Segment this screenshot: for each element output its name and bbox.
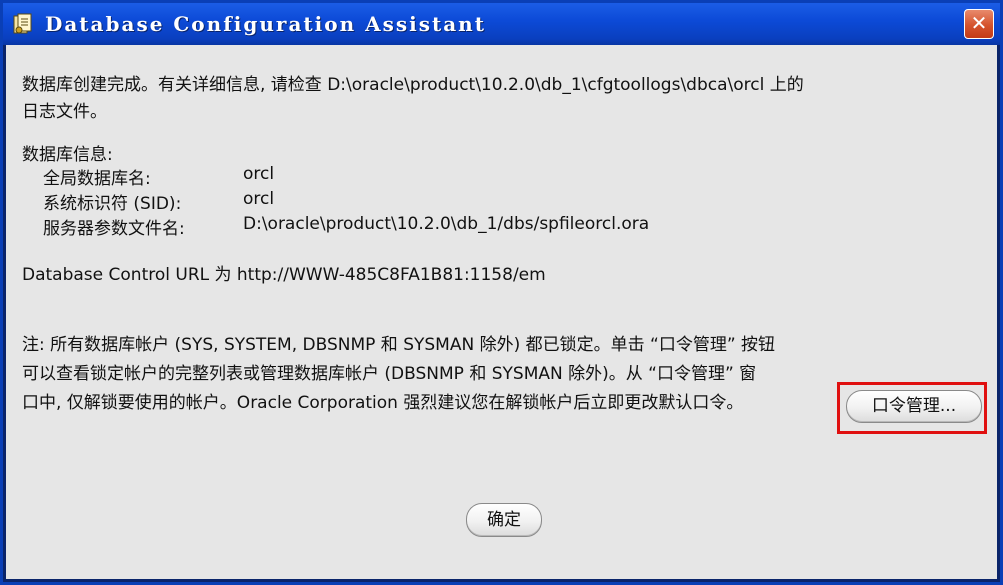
password-management-button[interactable]: 口令管理... bbox=[846, 390, 982, 423]
completion-message-line-2: 日志文件。 bbox=[22, 102, 107, 122]
db-info-heading: 数据库信息: bbox=[22, 145, 113, 165]
window-title: Database Configuration Assistant bbox=[45, 12, 486, 36]
lock-note-line-1: 注: 所有数据库帐户 (SYS, SYSTEM, DBSNMP 和 SYSMAN… bbox=[22, 335, 776, 355]
close-button[interactable]: ✕ bbox=[964, 9, 994, 39]
close-icon: ✕ bbox=[970, 11, 988, 35]
title-bar[interactable]: Database Configuration Assistant ✕ bbox=[3, 3, 1000, 45]
completion-message-line-1: 数据库创建完成。有关详细信息, 请检查 D:\oracle\product\10… bbox=[22, 75, 804, 95]
ok-button[interactable]: 确定 bbox=[466, 503, 542, 537]
database-control-url: Database Control URL 为 http://WWW-485C8F… bbox=[22, 265, 546, 285]
dialog-body: 数据库创建完成。有关详细信息, 请检查 D:\oracle\product\10… bbox=[6, 45, 997, 579]
db-info-value-spfile: D:\oracle\product\10.2.0\db_1/dbs/spfile… bbox=[243, 214, 650, 234]
dbca-window: Database Configuration Assistant ✕ 数据库创建… bbox=[0, 0, 1003, 585]
db-info-value-global-name: orcl bbox=[243, 164, 275, 184]
lock-note-line-3: 口中, 仅解锁要使用的帐户。Oracle Corporation 强烈建议您在解… bbox=[22, 393, 744, 413]
db-info-value-sid: orcl bbox=[243, 189, 275, 209]
lock-note-line-2: 可以查看锁定帐户的完整列表或管理数据库帐户 (DBSNMP 和 SYSMAN 除… bbox=[22, 364, 757, 384]
app-icon bbox=[13, 13, 32, 34]
db-info-label-spfile: 服务器参数文件名: bbox=[43, 219, 185, 239]
db-info-label-global-name: 全局数据库名: bbox=[43, 169, 151, 189]
db-info-label-sid: 系统标识符 (SID): bbox=[43, 194, 182, 214]
